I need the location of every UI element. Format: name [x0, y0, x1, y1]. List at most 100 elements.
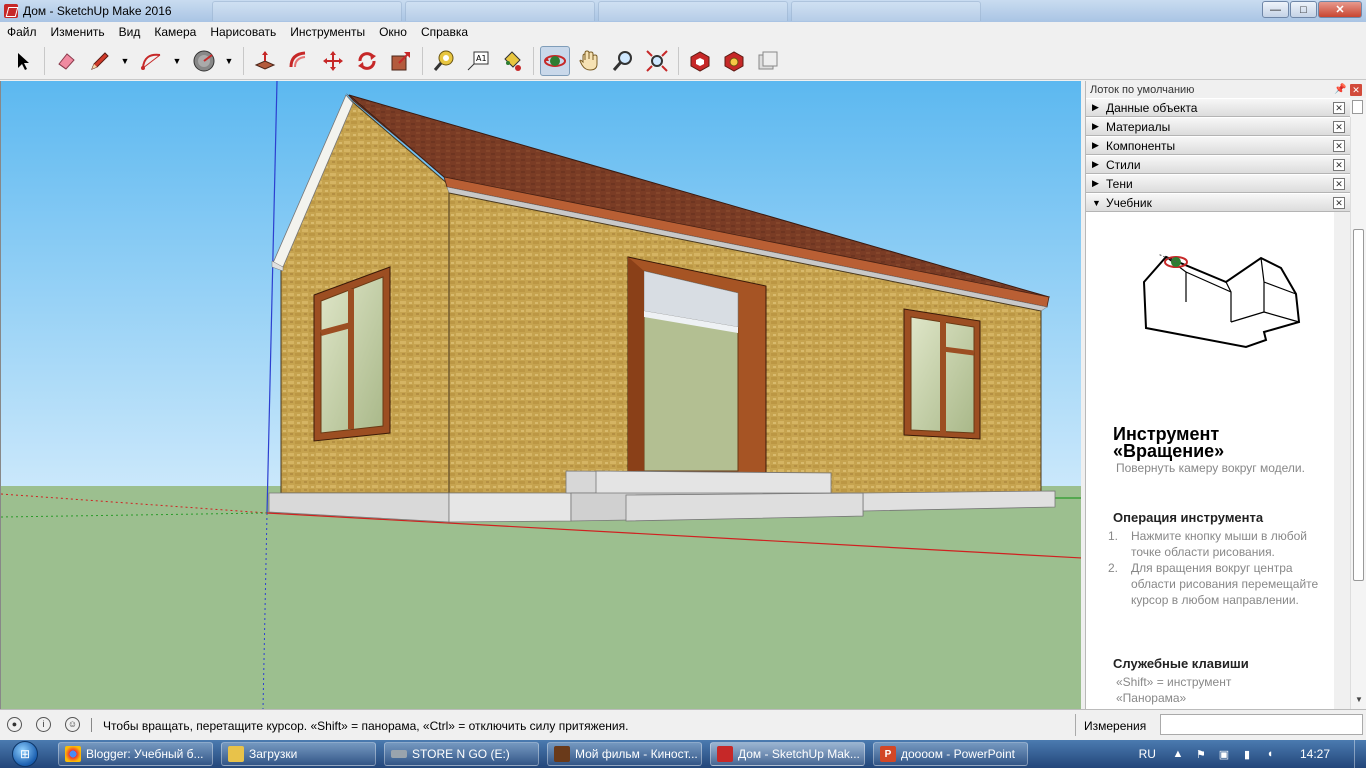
film-icon: [554, 746, 570, 762]
pan-tool[interactable]: [574, 46, 604, 76]
close-button[interactable]: ✕: [1318, 1, 1362, 18]
task-downloads[interactable]: Загрузки: [221, 742, 376, 766]
scale-tool[interactable]: [386, 46, 416, 76]
window-controls: — □ ✕: [1261, 1, 1362, 18]
tray-close-icon[interactable]: ✕: [1350, 83, 1362, 96]
info-icon[interactable]: i: [36, 717, 51, 732]
eraser-tool[interactable]: [51, 46, 81, 76]
tape-measure-tool[interactable]: [429, 46, 459, 76]
push-pull-tool[interactable]: [250, 46, 280, 76]
measurements-input[interactable]: [1160, 714, 1363, 735]
scroll-thumb[interactable]: [1352, 100, 1363, 114]
language-indicator[interactable]: RU: [1139, 747, 1156, 761]
panel-styles[interactable]: ▶ Стили ✕: [1086, 155, 1350, 174]
geo-location-icon[interactable]: ●: [7, 717, 22, 732]
panel-instructor[interactable]: ▼ Учебник ✕: [1086, 193, 1350, 212]
rotate-tool[interactable]: [352, 46, 382, 76]
user-account-icon[interactable]: ☺: [65, 717, 80, 732]
show-desktop-button[interactable]: [1354, 740, 1366, 768]
tray-title: Лоток по умолчанию: [1090, 83, 1195, 96]
window-title: Дом - SketchUp Make 2016: [23, 4, 172, 18]
shapes-tool[interactable]: [189, 46, 219, 76]
panel-close-icon[interactable]: ✕: [1333, 120, 1345, 133]
clock[interactable]: 14:27: [1300, 747, 1330, 761]
orbit-illustration: [1142, 253, 1301, 349]
layout-icon: [758, 51, 778, 69]
expand-triangle-icon: ▶: [1092, 121, 1099, 131]
send-to-layout-tool[interactable]: [753, 46, 783, 76]
task-powerpoint[interactable]: P доооом - PowerPoint: [873, 742, 1028, 766]
model-canvas[interactable]: [1, 81, 1081, 709]
status-separator: [91, 718, 92, 732]
expand-triangle-icon: ▶: [1092, 102, 1099, 112]
follow-me-tool[interactable]: [284, 46, 314, 76]
maximize-button[interactable]: □: [1290, 1, 1317, 18]
warehouse-tool[interactable]: [685, 46, 715, 76]
tray-mini-scrollbar[interactable]: [1350, 98, 1366, 117]
panel-shadows[interactable]: ▶ Тени ✕: [1086, 174, 1350, 193]
drawing-area[interactable]: [0, 81, 1081, 709]
menu-help[interactable]: Справка: [414, 22, 475, 42]
paint-bucket-tool[interactable]: [497, 46, 527, 76]
menu-draw[interactable]: Нарисовать: [203, 22, 283, 42]
menu-camera[interactable]: Камера: [147, 22, 203, 42]
pencil-tool[interactable]: [85, 46, 115, 76]
show-hidden-icons-icon[interactable]: ▲: [1170, 746, 1186, 762]
shapes-dropdown-icon[interactable]: ▼: [223, 46, 235, 76]
panel-close-icon[interactable]: ✕: [1333, 101, 1345, 114]
arc-tool[interactable]: [137, 46, 167, 76]
rotate-icon: [358, 51, 376, 70]
task-drive[interactable]: STORE N GO (E:): [384, 742, 539, 766]
orbit-tool[interactable]: [540, 45, 570, 76]
powerpoint-icon: P: [880, 746, 896, 762]
task-chrome[interactable]: Blogger: Учебный б...: [58, 742, 213, 766]
menu-file[interactable]: Файл: [0, 22, 44, 42]
ghost-tab: [791, 1, 981, 21]
extension-warehouse-tool[interactable]: [719, 46, 749, 76]
push-pull-icon: [254, 50, 276, 70]
pencil-dropdown-icon[interactable]: ▼: [119, 46, 131, 76]
instructor-scrollbar[interactable]: ▲ ▼: [1350, 117, 1366, 709]
scroll-thumb[interactable]: [1353, 229, 1364, 581]
panel-entity-info[interactable]: ▶ Данные объекта ✕: [1086, 98, 1350, 117]
volume-icon[interactable]: ◖: [1262, 746, 1278, 762]
move-tool[interactable]: [318, 46, 348, 76]
select-tool[interactable]: [8, 46, 38, 76]
text-tool[interactable]: A1: [463, 46, 493, 76]
system-tray: RU ▲ ⚑ ▣ ▮ ◖ 14:27: [1139, 740, 1366, 768]
toolbar-separator: [678, 46, 679, 75]
scale-icon: [391, 51, 410, 70]
svg-text:A1: A1: [476, 54, 487, 63]
menu-window[interactable]: Окно: [372, 22, 414, 42]
panel-materials[interactable]: ▶ Материалы ✕: [1086, 117, 1350, 136]
panel-close-icon[interactable]: ✕: [1333, 139, 1345, 152]
zoom-extents-tool[interactable]: [642, 46, 672, 76]
network-signal-icon[interactable]: ▮: [1239, 746, 1255, 762]
expand-triangle-icon: ▶: [1092, 159, 1099, 169]
scroll-down-arrow-icon[interactable]: ▼: [1355, 695, 1363, 704]
panel-close-icon[interactable]: ✕: [1333, 158, 1345, 171]
panel-components[interactable]: ▶ Компоненты ✕: [1086, 136, 1350, 155]
task-movie-maker[interactable]: Мой фильм - Киност...: [547, 742, 702, 766]
pencil-icon: [91, 51, 109, 70]
ghost-tab: [405, 1, 595, 21]
start-button[interactable]: ⊞: [0, 740, 50, 768]
folder-icon: [228, 746, 244, 762]
pin-icon[interactable]: 📌: [1334, 84, 1346, 96]
task-sketchup[interactable]: Дом - SketchUp Mak...: [710, 742, 865, 766]
collapse-triangle-icon: ▼: [1092, 197, 1101, 208]
menu-view[interactable]: Вид: [112, 22, 148, 42]
menu-edit[interactable]: Изменить: [44, 22, 112, 42]
menu-tools[interactable]: Инструменты: [283, 22, 372, 42]
panel-close-icon[interactable]: ✕: [1333, 177, 1345, 190]
paint-bucket-icon: [504, 50, 521, 71]
arc-dropdown-icon[interactable]: ▼: [171, 46, 183, 76]
arc-icon: [141, 53, 161, 70]
panel-close-icon[interactable]: ✕: [1333, 196, 1345, 209]
action-center-icon[interactable]: ⚑: [1193, 746, 1209, 762]
minimize-button[interactable]: —: [1262, 1, 1289, 18]
usb-device-icon[interactable]: ▣: [1216, 746, 1232, 762]
taskbar: ⊞ Blogger: Учебный б... Загрузки STORE N…: [0, 740, 1366, 768]
zoom-tool[interactable]: [608, 46, 638, 76]
instructor-subtitle: Повернуть камеру вокруг модели.: [1116, 461, 1305, 475]
